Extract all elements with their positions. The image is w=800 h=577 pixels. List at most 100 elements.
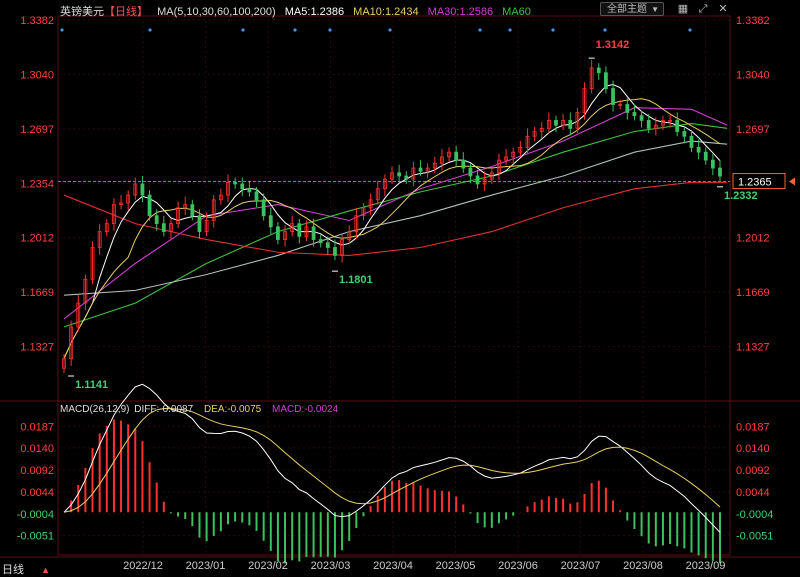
time-tick-label: 2023/07 <box>561 560 601 572</box>
candle-body <box>240 183 245 190</box>
candle-body <box>710 159 715 169</box>
candle-body <box>632 112 637 117</box>
expand-icon[interactable]: ⤢ <box>696 2 710 16</box>
candle-body <box>147 194 152 217</box>
close-icon[interactable]: ✕ <box>716 2 730 16</box>
macd-dea: DEA:-0.0075 <box>203 404 262 415</box>
candle-body <box>276 226 280 240</box>
price-tick-right: 1.2697 <box>736 124 770 136</box>
candle-body <box>233 181 238 185</box>
candle-body <box>325 242 330 248</box>
candle-body <box>675 119 680 132</box>
candle-body <box>397 172 402 177</box>
candle-body <box>596 67 601 74</box>
price-tick-right: 1.3382 <box>736 15 770 27</box>
annotation-label: 1.1801 <box>339 274 373 286</box>
candle-body <box>639 115 644 121</box>
candle-body <box>333 247 337 256</box>
event-dot <box>293 28 297 32</box>
ma-params: MA(5,10,30,60,100,200) <box>157 6 276 18</box>
candle-body <box>568 119 573 129</box>
macd-tick-left: 0.0140 <box>20 443 54 455</box>
candle-body <box>154 215 159 225</box>
candle-body <box>682 131 687 137</box>
time-tick-label: 2023/03 <box>311 560 351 572</box>
candle-body <box>268 215 273 228</box>
time-tick-label: 2023/01 <box>186 560 226 572</box>
ma5-value: MA5:1.2386 <box>284 6 345 18</box>
price-chart: 1.3382 1.3382 1.3040 1.3040 1.2697 1.2697 1.23… <box>0 15 800 572</box>
candlesticks <box>62 60 722 373</box>
event-dot <box>603 28 607 32</box>
macd-tick-left: 0.0092 <box>20 465 54 477</box>
event-dot <box>551 28 555 32</box>
candle-body <box>254 191 259 201</box>
price-tick-left: 1.1327 <box>20 341 54 353</box>
event-dot <box>328 28 332 32</box>
candle-body <box>475 175 480 185</box>
candle-body <box>703 151 708 161</box>
time-tick-label: 2023/08 <box>623 560 663 572</box>
event-dot <box>478 28 482 32</box>
event-dot <box>241 28 245 32</box>
period-label: 【日线】 <box>104 6 148 18</box>
ma30-value: MA30:1.2586 <box>427 6 494 18</box>
macd-tick-right: 0.0092 <box>736 465 770 477</box>
event-dot <box>148 28 152 32</box>
annotation-label: 1.3142 <box>596 39 630 51</box>
candle-body <box>646 119 651 129</box>
candle-body <box>604 72 608 90</box>
price-tick-left: 1.2354 <box>20 178 54 190</box>
macd-tick-right: 0.0187 <box>736 421 770 433</box>
current-price-marker <box>789 177 795 186</box>
candle-body <box>404 175 409 180</box>
macd-histogram <box>70 419 721 564</box>
chart-header: 英镑美元【日线】 MA(5,10,30,60,100,200) MA5:1.23… <box>60 3 537 19</box>
candle-body <box>625 104 630 113</box>
period-selector[interactable]: 日线 ▲ <box>2 561 50 577</box>
annotation-label: 1.1141 <box>75 379 108 391</box>
grid-icon[interactable]: ▦ <box>676 2 690 16</box>
ma10-value: MA10:1.2434 <box>353 6 419 18</box>
event-dot <box>60 28 64 32</box>
macd-title: MACD(26,12,9) <box>60 404 130 415</box>
candle-body <box>161 223 166 232</box>
candle-body <box>461 159 466 169</box>
candle-body <box>468 167 473 177</box>
price-tick-left: 1.2697 <box>20 124 54 136</box>
price-tick-left: 1.1669 <box>20 287 54 299</box>
candle-body <box>197 215 202 232</box>
triangle-up-icon: ▲ <box>41 565 50 575</box>
price-annotations: 1.3142 1.1801 1.1141 1.2332 <box>68 39 758 391</box>
macd-header: MACD(26,12,9) DIFF:-0.0087 DEA:-0.0075 M… <box>60 404 346 415</box>
candle-body <box>554 119 558 126</box>
event-dot <box>688 28 692 32</box>
macd-tick-right: -0.0004 <box>736 509 773 521</box>
macd-diff: DIFF:-0.0087 <box>134 404 194 415</box>
candle-body <box>689 135 694 148</box>
macd-tick-left: 0.0044 <box>20 487 54 499</box>
current-price-label: 1.2365 <box>738 177 772 189</box>
ma60-value: MA60 <box>502 6 531 18</box>
candle-body <box>696 147 701 153</box>
macd-tick-right: -0.0051 <box>736 531 773 543</box>
event-dot <box>388 28 392 32</box>
theme-select[interactable]: 全部主题 ▼ <box>600 2 664 16</box>
macd-tick-right: 0.0140 <box>736 443 770 455</box>
time-tick-label: 2023/04 <box>373 560 413 572</box>
event-dot <box>508 28 512 32</box>
price-tick-right: 1.1669 <box>736 287 770 299</box>
candle-body <box>454 151 459 161</box>
candle-body <box>261 199 266 217</box>
price-tick-left: 1.3040 <box>20 69 54 81</box>
price-tick-right: 1.2012 <box>736 233 770 245</box>
chevron-down-icon: ▼ <box>651 5 659 14</box>
candle-body <box>247 188 252 193</box>
macd-tick-left: -0.0051 <box>17 531 54 543</box>
candle-body <box>140 183 145 196</box>
candle-body <box>611 88 615 105</box>
annotation-label: 1.2332 <box>724 190 758 202</box>
price-tick-right: 1.1327 <box>736 341 770 353</box>
candle-body <box>718 167 722 177</box>
theme-label: 全部主题 <box>607 4 647 15</box>
